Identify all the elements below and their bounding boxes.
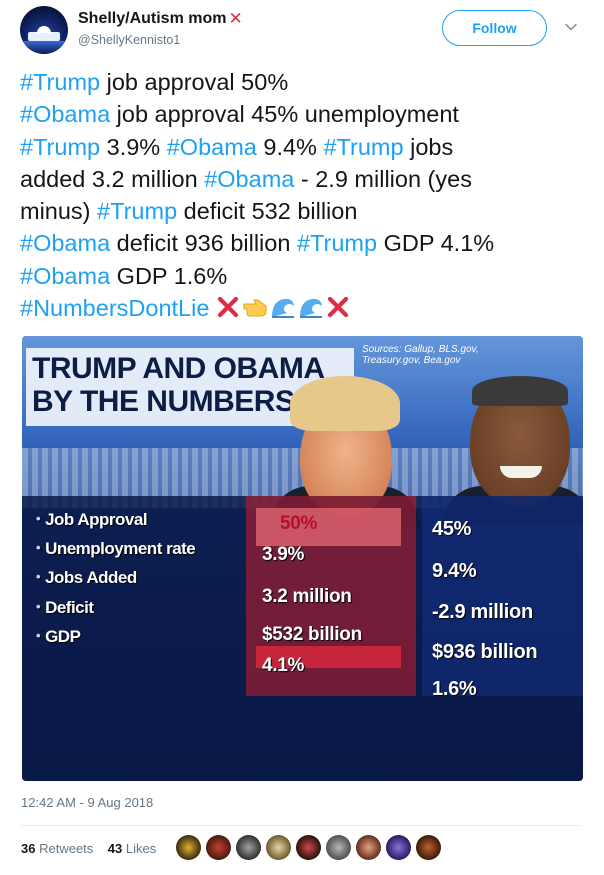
hashtag-link[interactable]: #Obama <box>167 134 257 160</box>
obama-value-unemployment: 9.4% <box>432 560 477 582</box>
liker-avatar[interactable] <box>176 835 201 860</box>
media-sources: Sources: Gallup, BLS.gov, Treasury.gov, … <box>362 344 479 366</box>
tweet-text-run: 3.9% <box>100 133 167 160</box>
likes-count[interactable]: 43 <box>108 841 122 856</box>
tweet-text-run: 9.4% <box>256 133 324 160</box>
tweet-text: #Trump job approval 50% #Obama job approv… <box>20 66 585 327</box>
follow-button[interactable]: Follow <box>442 10 547 46</box>
chevron-down-icon[interactable] <box>564 20 578 34</box>
display-name-wrap[interactable]: Shelly/Autism mom ✕ <box>78 9 243 29</box>
likes-label[interactable]: Likes <box>126 841 156 856</box>
obama-value-gdp: 1.6% <box>432 678 477 700</box>
trump-hair <box>290 376 400 431</box>
hashtag-link[interactable]: #Obama <box>204 166 294 192</box>
tweet-timestamp[interactable]: 12:42 AM - 9 Aug 2018 <box>21 795 153 810</box>
divider-top <box>21 825 581 826</box>
row-label-deficit: Deficit <box>36 598 94 618</box>
water-wave-icon <box>298 295 324 327</box>
liker-avatar[interactable] <box>416 835 441 860</box>
media-title-line2: BY THE NUMBERS <box>32 385 295 418</box>
tweet-text-run: job approval 50% <box>100 69 289 95</box>
liker-avatar[interactable] <box>236 835 261 860</box>
trump-value-unemployment: 3.9% <box>262 544 305 565</box>
hashtag-link[interactable]: #Obama <box>20 230 110 256</box>
row-label-job-approval: Job Approval <box>36 510 148 530</box>
tweet-text-run: GDP 1.6% <box>110 262 228 289</box>
obama-value-job-approval: 45% <box>432 518 472 540</box>
tweet-text-run: jobs <box>403 133 454 160</box>
trump-value-jobs-added: 3.2 million <box>262 586 352 607</box>
liker-avatar[interactable] <box>386 835 411 860</box>
tweet-text-run: added 3.2 million <box>20 165 205 192</box>
tweet-text-run: deficit 936 billion <box>110 230 297 257</box>
trump-highlight-top <box>256 508 401 546</box>
tweet-media-image[interactable]: TRUMP AND OBAMA BY THE NUMBERS Sources: … <box>22 336 583 781</box>
liker-avatar[interactable] <box>356 835 381 860</box>
hashtag-link[interactable]: #NumbersDontLie <box>20 295 209 321</box>
obama-hair <box>472 376 568 406</box>
row-label-jobs-added: Jobs Added <box>36 568 137 588</box>
trump-value-gdp: 4.1% <box>262 655 305 676</box>
display-name[interactable]: Shelly/Autism mom <box>78 10 226 28</box>
avatar-dome <box>37 26 51 33</box>
liker-avatar[interactable] <box>266 835 291 860</box>
avatar-building <box>28 32 60 41</box>
retweets-count[interactable]: 36 <box>21 841 35 856</box>
row-label-gdp: GDP <box>36 627 81 647</box>
hashtag-link[interactable]: #Trump <box>323 134 403 160</box>
avatar-ground <box>20 41 68 54</box>
hashtag-link[interactable]: #Trump <box>20 134 100 160</box>
row-label-unemployment: Unemployment rate <box>36 539 196 559</box>
tweet-text-run: job approval 45% unemployment <box>110 101 459 128</box>
liker-avatar[interactable] <box>206 835 231 860</box>
tweet-text-run: GDP 4.1% <box>377 230 495 257</box>
cross-mark-icon <box>216 295 240 327</box>
hashtag-link[interactable]: #Trump <box>97 198 177 224</box>
cross-mark-icon: ✕ <box>228 9 243 28</box>
user-avatar[interactable] <box>20 6 68 54</box>
hashtag-link[interactable]: #Trump <box>297 230 377 256</box>
user-handle[interactable]: @ShellyKennisto1 <box>78 33 180 47</box>
pointing-hand-icon <box>242 295 268 327</box>
liker-avatar[interactable] <box>326 835 351 860</box>
hashtag-link[interactable]: #Trump <box>20 69 100 95</box>
obama-value-deficit: $936 billion <box>432 641 538 663</box>
cross-mark-icon <box>326 295 350 327</box>
tweet-stats: 36 Retweets 43 Likes <box>21 841 156 856</box>
hashtag-link[interactable]: #Obama <box>20 263 110 289</box>
tweet-header: Shelly/Autism mom ✕ @ShellyKennisto1 Foll… <box>20 6 590 56</box>
tweet-text-run: - 2.9 million (yes <box>294 165 472 192</box>
tweet-text-run: deficit 532 billion <box>177 198 358 225</box>
hashtag-link[interactable]: #Obama <box>20 101 110 127</box>
tweet-text-run: minus) <box>20 198 98 225</box>
trump-value-deficit: $532 billion <box>262 624 362 645</box>
obama-value-jobs-added: -2.9 million <box>432 601 533 623</box>
retweets-label[interactable]: Retweets <box>39 841 93 856</box>
trump-value-job-approval: 50% <box>280 513 318 534</box>
liker-avatar[interactable] <box>296 835 321 860</box>
water-wave-icon <box>270 295 296 327</box>
media-title-line1: TRUMP AND OBAMA <box>32 352 325 385</box>
obama-smile <box>500 466 542 478</box>
